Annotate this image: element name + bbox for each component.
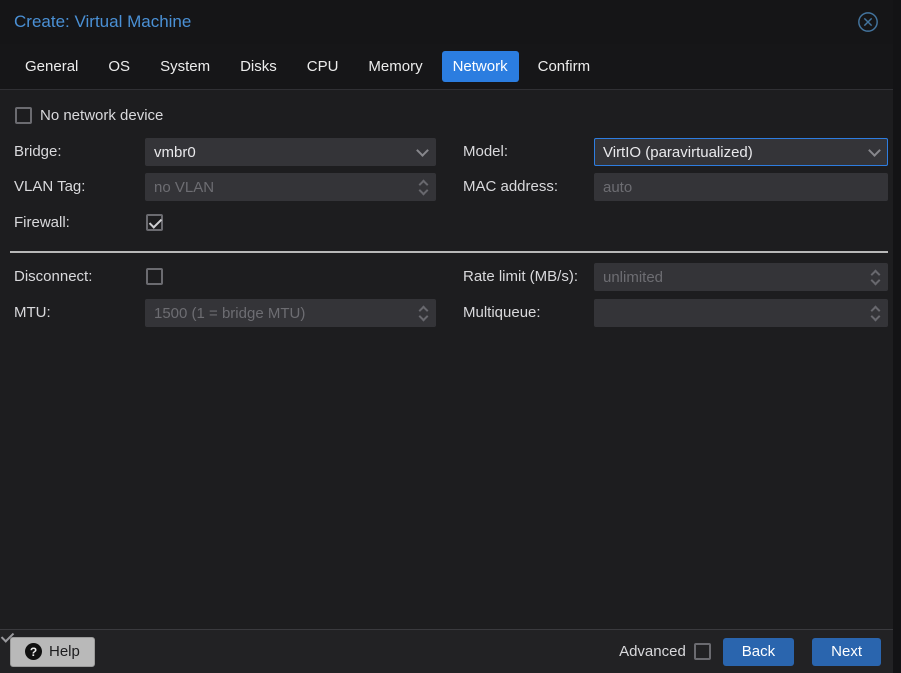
model-label: Model:: [463, 143, 509, 160]
no-network-device-label: No network device: [40, 107, 164, 124]
bridge-label: Bridge:: [14, 143, 62, 160]
tab-cpu[interactable]: CPU: [296, 51, 350, 82]
next-button[interactable]: Next: [812, 637, 881, 666]
tab-confirm[interactable]: Confirm: [527, 51, 602, 82]
bridge-combobox[interactable]: [145, 138, 436, 166]
model-combobox[interactable]: [594, 138, 888, 166]
dialog-titlebar: Create: Virtual Machine: [0, 0, 893, 44]
vlan-tag-spinner[interactable]: [145, 173, 436, 201]
multiqueue-label: Multiqueue:: [463, 304, 541, 321]
mac-address-field[interactable]: [594, 173, 888, 201]
disconnect-label: Disconnect:: [14, 268, 93, 285]
tab-bar: General OS System Disks CPU Memory Netwo…: [0, 44, 893, 90]
tab-os[interactable]: OS: [97, 51, 141, 82]
advanced-label: Advanced: [619, 643, 686, 660]
vlan-tag-input[interactable]: [154, 178, 414, 196]
mtu-spinner[interactable]: [145, 299, 436, 327]
multiqueue-input[interactable]: [603, 304, 866, 322]
tab-memory[interactable]: Memory: [357, 51, 433, 82]
disconnect-checkbox[interactable]: [146, 268, 163, 285]
spinner-arrows-icon[interactable]: [870, 269, 881, 285]
advanced-checkbox[interactable]: [693, 643, 711, 660]
tab-network[interactable]: Network: [441, 51, 519, 82]
footer-actions: Advanced Back Next: [619, 637, 883, 666]
advanced-section-divider: [10, 251, 888, 253]
vlan-tag-label: VLAN Tag:: [14, 178, 86, 195]
back-button[interactable]: Back: [722, 637, 795, 666]
mtu-label: MTU:: [14, 304, 51, 321]
multiqueue-spinner[interactable]: [594, 299, 888, 327]
mac-address-label: MAC address:: [463, 178, 559, 195]
help-icon: ?: [25, 643, 42, 660]
rate-limit-label: Rate limit (MB/s):: [463, 268, 579, 285]
tab-system[interactable]: System: [149, 51, 221, 82]
tab-general[interactable]: General: [14, 51, 89, 82]
rate-limit-input[interactable]: [603, 268, 866, 286]
firewall-label: Firewall:: [14, 214, 70, 231]
close-icon[interactable]: [857, 11, 879, 33]
model-value[interactable]: [603, 143, 864, 161]
help-button[interactable]: ? Help: [10, 636, 95, 667]
spinner-arrows-icon[interactable]: [418, 179, 429, 195]
create-vm-dialog: Create: Virtual Machine General OS Syste…: [0, 0, 893, 673]
spinner-arrows-icon[interactable]: [418, 305, 429, 321]
chevron-down-icon[interactable]: [416, 143, 429, 157]
spinner-arrows-icon[interactable]: [870, 305, 881, 321]
mtu-input[interactable]: [154, 304, 414, 322]
bridge-value[interactable]: [154, 143, 412, 161]
chevron-down-icon[interactable]: [868, 143, 881, 157]
tab-disks[interactable]: Disks: [229, 51, 288, 82]
mac-address-input[interactable]: [603, 178, 879, 196]
no-network-device-checkbox[interactable]: [15, 107, 32, 124]
help-button-label: Help: [49, 643, 80, 660]
rate-limit-spinner[interactable]: [594, 263, 888, 291]
firewall-checkbox[interactable]: [146, 214, 163, 231]
dialog-title: Create: Virtual Machine: [14, 12, 192, 31]
dialog-footer: ? Help Advanced Back Next: [0, 629, 893, 673]
